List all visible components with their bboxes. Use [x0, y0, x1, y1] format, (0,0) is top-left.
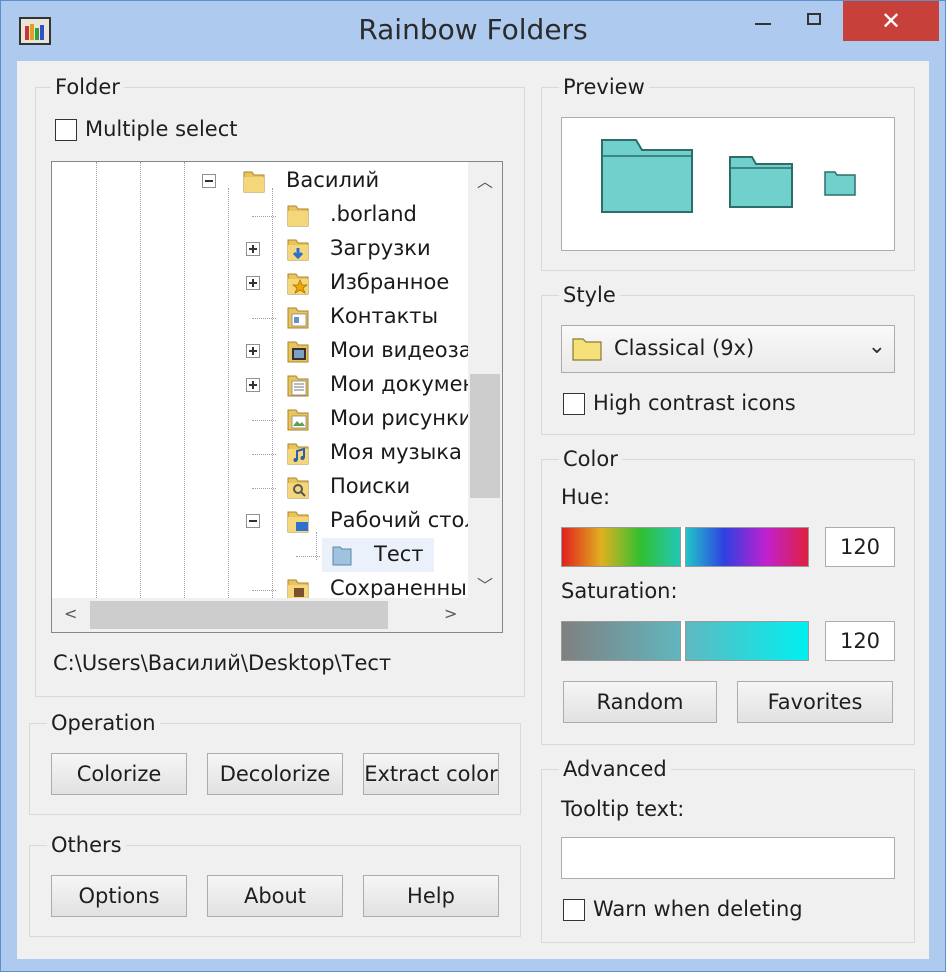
tree-item[interactable]: Избранное: [52, 266, 472, 300]
saturation-slider[interactable]: [561, 621, 809, 661]
high-contrast-checkbox[interactable]: [563, 393, 585, 415]
searches-folder-icon: [287, 477, 309, 499]
medium-folder-preview-icon: [729, 156, 793, 208]
collapse-icon[interactable]: [202, 174, 216, 188]
style-group-label: Style: [559, 283, 620, 307]
scrollbar-corner: [468, 598, 502, 632]
scroll-down-icon[interactable]: ﹀: [477, 572, 493, 596]
saturation-value-field[interactable]: 120: [825, 621, 895, 661]
large-folder-preview-icon: [601, 139, 693, 213]
folder-tree[interactable]: Василий .borland Загрузки Избранное Конт…: [51, 161, 503, 633]
options-button[interactable]: Options: [51, 875, 187, 917]
contacts-folder-icon: [287, 307, 309, 329]
tree-item[interactable]: Загрузки: [52, 232, 472, 266]
close-button[interactable]: ✕: [843, 1, 939, 41]
downloads-folder-icon: [287, 239, 309, 261]
maximize-button[interactable]: [793, 1, 839, 41]
scroll-up-icon[interactable]: ︿: [477, 168, 493, 192]
saturation-slider-thumb[interactable]: [680, 621, 686, 661]
scroll-right-icon[interactable]: >: [444, 604, 457, 623]
app-window: Rainbow Folders ✕ Folder Multiple select: [0, 0, 946, 972]
folder-icon: [332, 546, 352, 566]
saturation-label: Saturation:: [561, 579, 678, 603]
multiple-select-label[interactable]: Multiple select: [85, 117, 238, 141]
collapse-icon[interactable]: [246, 514, 260, 528]
expand-icon[interactable]: [246, 242, 260, 256]
hue-label: Hue:: [561, 485, 611, 509]
extract-color-button[interactable]: Extract color: [363, 753, 499, 795]
operation-group-label: Operation: [47, 711, 160, 735]
color-group-label: Color: [559, 447, 622, 471]
classic-folder-icon: [572, 338, 602, 361]
tree-item[interactable]: Тест: [52, 538, 472, 572]
tree-item[interactable]: Рабочий стол: [52, 504, 478, 538]
minimize-button[interactable]: [741, 1, 785, 41]
tree-vertical-scrollbar[interactable]: ︿ ﹀: [468, 162, 502, 598]
tree-item[interactable]: Василий: [52, 164, 472, 198]
favorites-button[interactable]: Favorites: [737, 681, 893, 723]
pictures-folder-icon: [287, 409, 309, 431]
tree-item[interactable]: Мои рисунки: [52, 402, 472, 436]
about-button[interactable]: About: [207, 875, 343, 917]
tooltip-text-input[interactable]: [561, 837, 895, 879]
folder-icon: [287, 205, 309, 227]
decolorize-button[interactable]: Decolorize: [207, 753, 343, 795]
tree-item[interactable]: Мои видеозаг: [52, 334, 483, 368]
preview-group-label: Preview: [559, 75, 649, 99]
multiple-select-checkbox[interactable]: [55, 119, 77, 141]
scroll-left-icon[interactable]: <: [64, 604, 77, 623]
help-button[interactable]: Help: [363, 875, 499, 917]
preview-box: [561, 117, 895, 251]
documents-folder-icon: [287, 375, 309, 397]
tree-vertical-scroll-thumb[interactable]: [470, 374, 500, 498]
tree-item[interactable]: Поиски: [52, 470, 472, 504]
tree-item[interactable]: Мои докумен: [52, 368, 476, 402]
title-bar[interactable]: Rainbow Folders ✕: [1, 1, 945, 61]
warn-when-deleting-checkbox[interactable]: [563, 899, 585, 921]
style-dropdown-value: Classical (9x): [614, 336, 755, 360]
expand-icon[interactable]: [246, 344, 260, 358]
hue-slider[interactable]: [561, 527, 809, 567]
folder-group-label: Folder: [51, 75, 124, 99]
tooltip-text-label: Tooltip text:: [561, 797, 685, 821]
tree-item[interactable]: .borland: [52, 198, 472, 232]
colorize-button[interactable]: Colorize: [51, 753, 187, 795]
music-folder-icon: [287, 443, 309, 465]
folder-icon: [243, 171, 265, 193]
others-group-label: Others: [47, 833, 126, 857]
high-contrast-label[interactable]: High contrast icons: [593, 391, 796, 415]
tree-item[interactable]: Моя музыка: [52, 436, 472, 470]
selected-path: C:\Users\Василий\Desktop\Тест: [53, 651, 392, 675]
expand-icon[interactable]: [246, 276, 260, 290]
hue-value-field[interactable]: 120: [825, 527, 895, 567]
client-area: Folder Multiple select Василий .borland …: [17, 61, 929, 959]
advanced-group-label: Advanced: [559, 757, 671, 781]
tree-horizontal-scroll-thumb[interactable]: [90, 601, 388, 629]
favorites-folder-icon: [287, 273, 309, 295]
hue-slider-thumb[interactable]: [680, 527, 686, 567]
videos-folder-icon: [287, 341, 309, 363]
tree-item[interactable]: Контакты: [52, 300, 472, 334]
chevron-down-icon: ⌄: [867, 334, 886, 359]
desktop-folder-icon: [287, 511, 309, 533]
style-dropdown[interactable]: Classical (9x) ⌄: [561, 325, 895, 373]
small-folder-preview-icon: [824, 171, 856, 196]
random-button[interactable]: Random: [563, 681, 717, 723]
tree-horizontal-scrollbar[interactable]: < >: [52, 598, 470, 632]
expand-icon[interactable]: [246, 378, 260, 392]
warn-when-deleting-label[interactable]: Warn when deleting: [593, 897, 803, 921]
close-icon: ✕: [880, 7, 902, 35]
